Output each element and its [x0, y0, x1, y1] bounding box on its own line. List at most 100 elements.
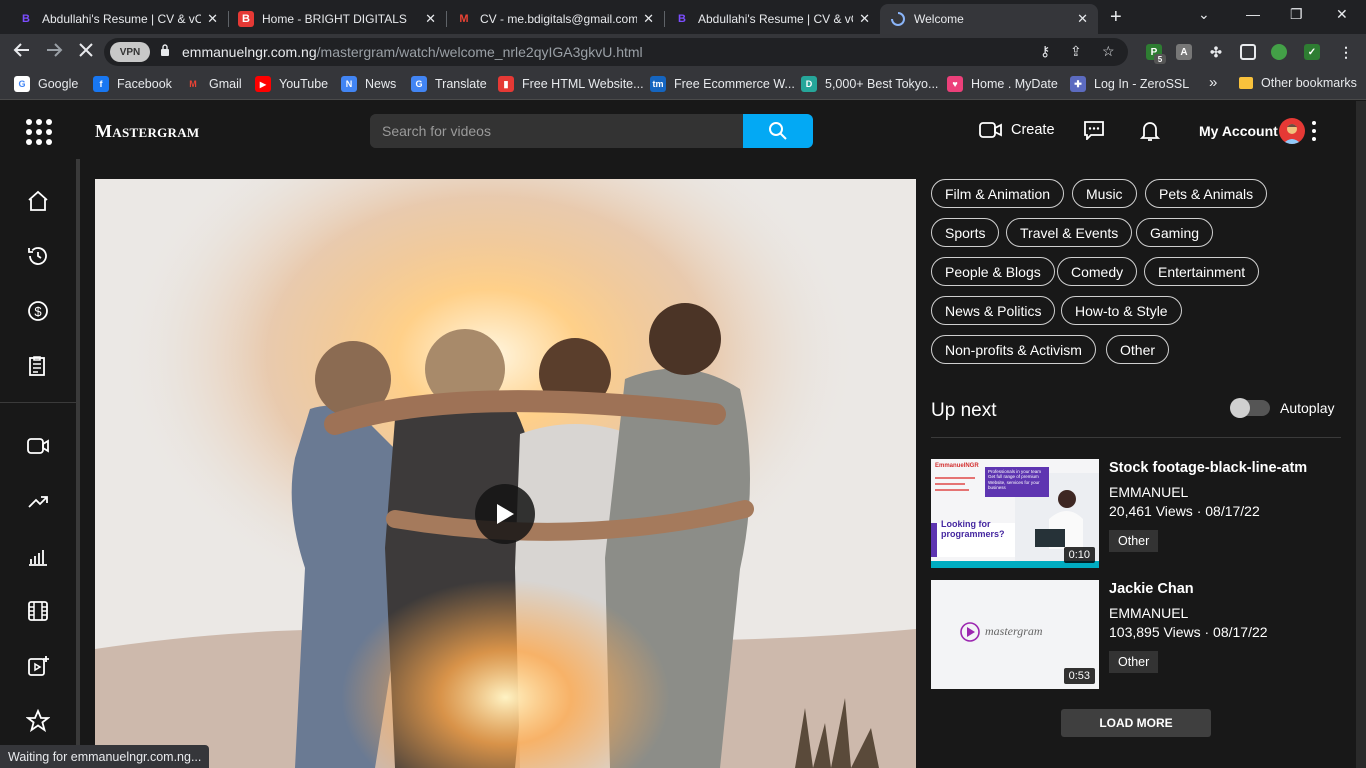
- extension-a-icon[interactable]: A: [1176, 44, 1192, 60]
- video-channel[interactable]: EMMANUEL: [1109, 605, 1188, 621]
- bookmark-star-icon[interactable]: ☆: [1102, 43, 1115, 60]
- restore-icon[interactable]: ❐: [1290, 6, 1303, 23]
- sidebar-item-favorites[interactable]: [24, 707, 52, 735]
- share-icon[interactable]: ⇪: [1070, 43, 1082, 60]
- vpn-badge[interactable]: VPN: [110, 42, 150, 62]
- category-chip[interactable]: Entertainment: [1144, 257, 1260, 286]
- close-icon[interactable]: ✕: [425, 11, 436, 27]
- video-title[interactable]: Jackie Chan: [1109, 581, 1194, 597]
- browser-tab[interactable]: B Abdullahi's Resume | CV & vCard ✕: [8, 4, 228, 34]
- sidebar-item-articles[interactable]: [24, 352, 52, 380]
- video-thumbnail[interactable]: EmmanuelNGR Professionals in your team G…: [931, 459, 1099, 568]
- lock-icon[interactable]: [160, 44, 170, 56]
- browser-tab-active[interactable]: Welcome ✕: [880, 4, 1098, 34]
- close-icon[interactable]: ✕: [1077, 11, 1088, 27]
- sidebar-item-earnings[interactable]: $: [24, 297, 52, 325]
- extensions-puzzle-icon[interactable]: ✣: [1208, 44, 1224, 60]
- bookmark-translate[interactable]: G Translate: [411, 76, 487, 92]
- gmail-icon: M: [459, 13, 469, 25]
- address-bar[interactable]: VPN emmanuelngr.com.ng/mastergram/watch/…: [104, 38, 1128, 66]
- chrome-menu-icon[interactable]: ⋮: [1338, 44, 1354, 60]
- new-tab-icon[interactable]: +: [1110, 6, 1122, 29]
- up-next-video[interactable]: mastergram 0:53 Jackie Chan EMMANUEL 103…: [931, 580, 1341, 690]
- bookmark-zerossl[interactable]: ✚ Log In - ZeroSSL: [1070, 76, 1189, 92]
- category-chip[interactable]: Other: [1106, 335, 1170, 364]
- bookmark-ecommerce[interactable]: tm Free Ecommerce W...: [650, 76, 795, 92]
- window-close-icon[interactable]: ✕: [1336, 6, 1348, 23]
- shield-icon[interactable]: ✓: [1304, 44, 1320, 60]
- close-icon[interactable]: ✕: [207, 11, 218, 27]
- avatar[interactable]: [1279, 118, 1305, 144]
- page-scrollbar[interactable]: [1356, 101, 1366, 768]
- bookmark-html[interactable]: ▮ Free HTML Website...: [498, 76, 644, 92]
- close-icon[interactable]: ✕: [643, 11, 654, 27]
- url-text[interactable]: emmanuelngr.com.ng/mastergram/watch/welc…: [182, 44, 643, 60]
- up-next-video[interactable]: EmmanuelNGR Professionals in your team G…: [931, 459, 1341, 569]
- tab-title: Abdullahi's Resume | CV & vCard: [42, 12, 202, 26]
- minimize-icon[interactable]: —: [1246, 6, 1260, 22]
- search-button[interactable]: [743, 114, 813, 148]
- sidebar-item-top[interactable]: [24, 542, 52, 570]
- other-bookmarks[interactable]: Other bookmarks: [1239, 76, 1357, 90]
- bookmark-tokyo[interactable]: D 5,000+ Best Tokyo...: [801, 76, 938, 92]
- close-icon[interactable]: ✕: [859, 11, 870, 27]
- sidebar-scrollbar[interactable]: [76, 159, 80, 768]
- browser-tab-strip: B Abdullahi's Resume | CV & vCard ✕ B Ho…: [0, 0, 1366, 34]
- video-channel[interactable]: EMMANUEL: [1109, 484, 1188, 500]
- sidebar-item-home[interactable]: [24, 187, 52, 215]
- folder-icon: [1239, 77, 1253, 89]
- bookmark-facebook[interactable]: f Facebook: [93, 76, 172, 92]
- sidebar-item-trending[interactable]: [24, 487, 52, 515]
- autoplay-toggle[interactable]: [1230, 398, 1270, 418]
- category-chip[interactable]: Comedy: [1057, 257, 1138, 286]
- browser-tab[interactable]: B Abdullahi's Resume | CV & vCard ✕: [664, 4, 880, 34]
- bookmark-mydate[interactable]: ♥ Home . MyDate: [947, 76, 1058, 92]
- browser-tab[interactable]: M CV - me.bdigitals@gmail.com - Gmail ✕: [446, 4, 664, 34]
- bookmark-google[interactable]: G Google: [14, 76, 78, 92]
- video-player[interactable]: [95, 179, 916, 768]
- stop-loading-icon[interactable]: [77, 41, 95, 64]
- search-input[interactable]: [370, 114, 743, 148]
- category-chip[interactable]: Pets & Animals: [1145, 179, 1268, 208]
- category-chip[interactable]: News & Politics: [931, 296, 1056, 325]
- category-chip[interactable]: Gaming: [1136, 218, 1214, 247]
- sidebar-item-movies[interactable]: [24, 597, 52, 625]
- site-logo[interactable]: Mastergram: [95, 121, 200, 142]
- messages-icon[interactable]: [1083, 120, 1105, 140]
- my-account-link[interactable]: My Account: [1199, 123, 1278, 139]
- category-chip[interactable]: Sports: [931, 218, 1000, 247]
- category-chip[interactable]: Non-profits & Activism: [931, 335, 1096, 364]
- video-title[interactable]: Stock footage-black-line-atm: [1109, 460, 1307, 476]
- sidebar-item-upload[interactable]: [24, 652, 52, 680]
- forward-icon[interactable]: [45, 41, 63, 64]
- bookmark-gmail[interactable]: M Gmail: [185, 76, 242, 92]
- play-button[interactable]: [475, 484, 535, 544]
- bookmark-news[interactable]: N News: [341, 76, 396, 92]
- browser-tab[interactable]: B Home - BRIGHT DIGITALS ✕: [228, 4, 446, 34]
- video-category-tag[interactable]: Other: [1109, 651, 1159, 673]
- category-chip[interactable]: How-to & Style: [1061, 296, 1182, 325]
- film-icon: [28, 601, 48, 621]
- side-panel-icon[interactable]: [1240, 44, 1256, 60]
- apps-grid-icon[interactable]: [26, 119, 52, 145]
- sidebar-item-history[interactable]: [24, 242, 52, 270]
- key-icon[interactable]: ⚷: [1040, 43, 1050, 60]
- tab-search-icon[interactable]: ⌄: [1198, 6, 1210, 23]
- load-more-button[interactable]: LOAD MORE: [1061, 709, 1211, 737]
- back-icon[interactable]: [13, 41, 31, 64]
- video-category-tag[interactable]: Other: [1109, 530, 1159, 552]
- category-chip[interactable]: Travel & Events: [1006, 218, 1133, 247]
- video-thumbnail[interactable]: mastergram 0:53: [931, 580, 1099, 689]
- more-options-icon[interactable]: [1311, 121, 1317, 141]
- sidebar-item-videos[interactable]: [24, 432, 52, 460]
- red-b-icon: B: [238, 11, 254, 27]
- category-chip[interactable]: People & Blogs: [931, 257, 1055, 286]
- bookmark-youtube[interactable]: ▶ YouTube: [255, 76, 328, 92]
- notifications-bell-icon[interactable]: [1140, 120, 1160, 142]
- category-chip[interactable]: Music: [1072, 179, 1137, 208]
- bookmark-label: Gmail: [209, 77, 242, 91]
- create-button[interactable]: Create: [979, 121, 1055, 139]
- profile-icon[interactable]: [1271, 44, 1287, 60]
- category-chip[interactable]: Film & Animation: [931, 179, 1065, 208]
- bookmarks-overflow-button[interactable]: »: [1209, 74, 1217, 91]
